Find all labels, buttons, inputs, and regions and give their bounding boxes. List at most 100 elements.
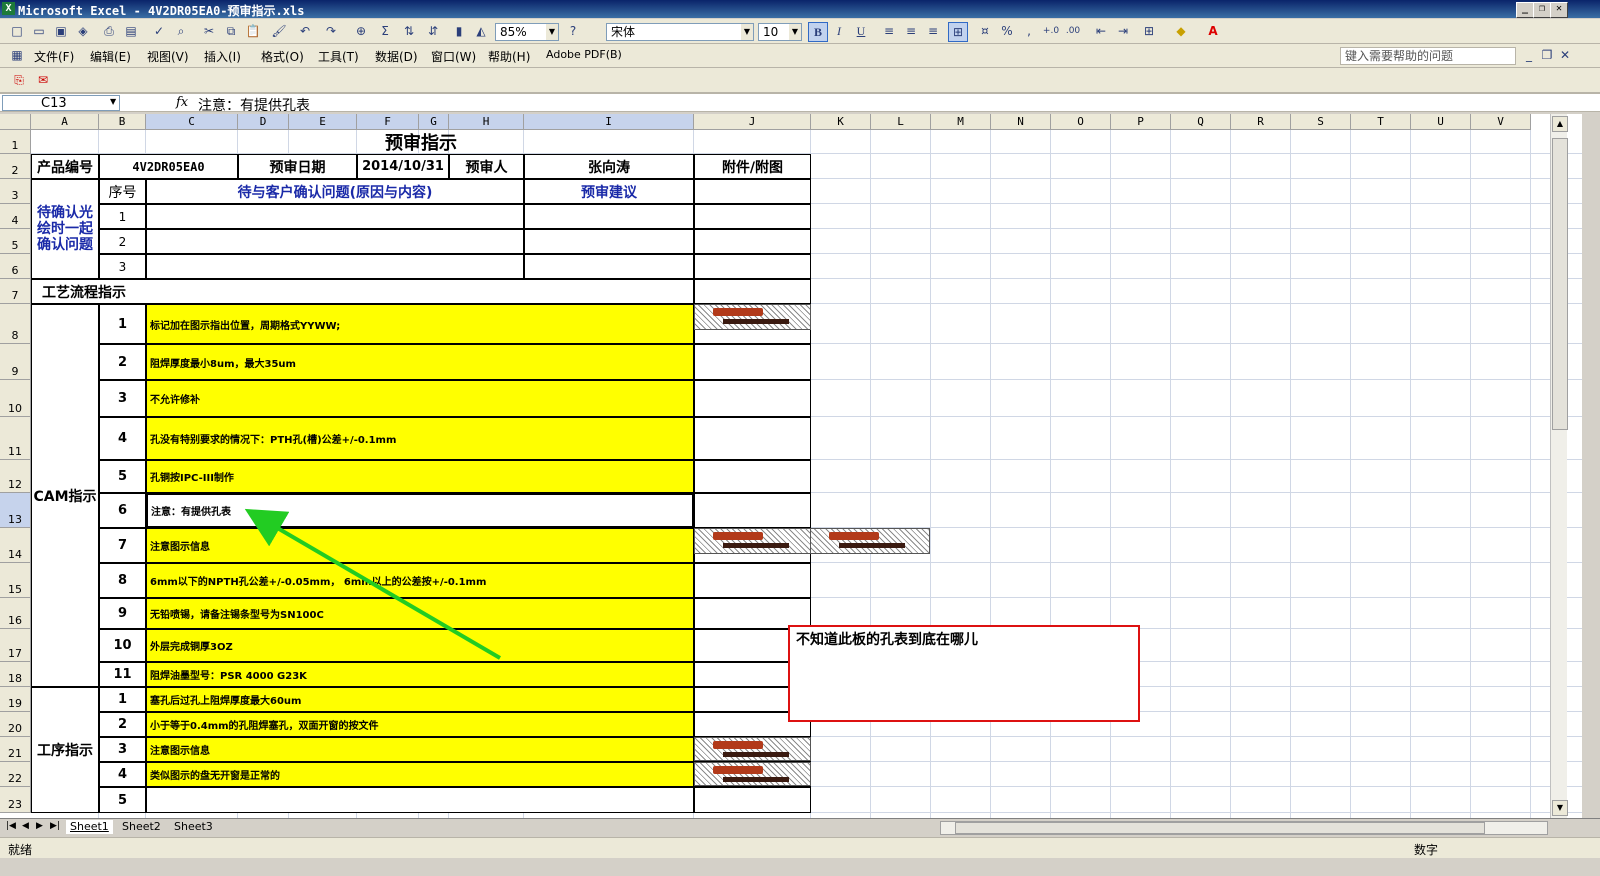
row-header-14[interactable]: 14 <box>0 528 31 563</box>
prev-sheet-icon[interactable]: ◀ <box>22 821 29 831</box>
autosum-icon[interactable]: Σ <box>376 22 394 40</box>
doc-restore-icon[interactable]: ❐ <box>1538 46 1556 64</box>
attachment-cell[interactable] <box>694 229 811 254</box>
spelling-icon[interactable]: ✓ <box>150 22 168 40</box>
pending-suggestion[interactable] <box>524 204 694 229</box>
row-header-20[interactable]: 20 <box>0 712 31 737</box>
proc-item-text[interactable] <box>146 787 694 813</box>
attachment-image[interactable] <box>694 528 811 554</box>
close-button[interactable]: ✕ <box>1550 2 1568 18</box>
proc-item-text[interactable]: 类似图示的盘无开窗是正常的 <box>146 762 694 787</box>
pending-question[interactable] <box>146 204 524 229</box>
italic-button[interactable]: I <box>830 22 848 40</box>
drawing-icon[interactable]: ◭ <box>472 22 490 40</box>
column-header-r[interactable]: R <box>1231 114 1291 130</box>
pdf-mail-icon[interactable]: ✉ <box>34 71 52 89</box>
column-header-k[interactable]: K <box>811 114 871 130</box>
align-center-icon[interactable]: ≡ <box>902 22 920 40</box>
decrease-indent-icon[interactable]: ⇤ <box>1092 22 1110 40</box>
next-sheet-icon[interactable]: ▶ <box>36 821 43 831</box>
column-header-i[interactable]: I <box>524 114 694 130</box>
column-header-a[interactable]: A <box>31 114 99 130</box>
tab-sheet2[interactable]: Sheet2 <box>118 820 165 834</box>
row-header-5[interactable]: 5 <box>0 229 31 254</box>
menu-file[interactable]: 文件(F) <box>34 48 74 65</box>
currency-icon[interactable]: ¤ <box>976 22 994 40</box>
bold-button[interactable]: B <box>808 22 828 42</box>
tab-sheet1[interactable]: Sheet1 <box>66 820 113 834</box>
restore-button[interactable]: ❐ <box>1533 2 1551 18</box>
chart-wizard-icon[interactable]: ▮ <box>450 22 468 40</box>
row-header-1[interactable]: 1 <box>0 130 31 154</box>
align-right-icon[interactable]: ≡ <box>924 22 942 40</box>
print-preview-icon[interactable]: ▤ <box>122 22 140 40</box>
cam-item-text[interactable]: 注意图示信息 <box>146 528 694 563</box>
attachment-image[interactable] <box>694 762 811 786</box>
column-header-s[interactable]: S <box>1291 114 1351 130</box>
cam-item-text[interactable]: 标记加在图示指出位置，周期格式YYWW; <box>146 304 694 344</box>
column-header-v[interactable]: V <box>1471 114 1531 130</box>
sheet-menu-icon[interactable]: ▦ <box>8 46 26 64</box>
comma-button[interactable]: , <box>1020 22 1038 40</box>
pdf-convert-icon[interactable]: ⎘ <box>10 71 28 89</box>
column-header-p[interactable]: P <box>1111 114 1171 130</box>
borders-icon[interactable]: ⊞ <box>1140 22 1158 40</box>
font-size-select[interactable]: 10 ▼ <box>758 23 802 41</box>
attachment-cell[interactable] <box>694 344 811 380</box>
column-header-n[interactable]: N <box>991 114 1051 130</box>
row-header-10[interactable]: 10 <box>0 380 31 417</box>
cam-item-text[interactable]: 孔没有特别要求的情况下：PTH孔(槽)公差+/-0.1mm <box>146 417 694 460</box>
research-icon[interactable]: ⌕ <box>172 22 190 40</box>
row-header-18[interactable]: 18 <box>0 662 31 687</box>
scroll-up-icon[interactable]: ▲ <box>1552 116 1568 132</box>
proc-item-text[interactable]: 注意图示信息 <box>146 737 694 762</box>
name-box[interactable]: C13 <box>2 95 120 111</box>
attachment-image[interactable] <box>694 304 811 330</box>
attachment-cell[interactable] <box>694 254 811 279</box>
row-header-8[interactable]: 8 <box>0 304 31 344</box>
pending-suggestion[interactable] <box>524 229 694 254</box>
print-icon[interactable]: ⎙ <box>100 22 118 40</box>
sort-desc-icon[interactable]: ⇵ <box>424 22 442 40</box>
attachment-cell[interactable] <box>694 380 811 417</box>
attachment-cell[interactable] <box>694 563 811 598</box>
attachment-cell[interactable] <box>694 417 811 460</box>
attachment-cell[interactable] <box>694 204 811 229</box>
decrease-decimal-icon[interactable]: .00 <box>1064 22 1082 40</box>
minimize-button[interactable]: _ <box>1516 2 1534 18</box>
paste-icon[interactable]: 📋 <box>244 22 262 40</box>
align-left-icon[interactable]: ≡ <box>880 22 898 40</box>
format-painter-icon[interactable]: 🖌 <box>270 22 288 40</box>
open-icon[interactable]: ▭ <box>30 22 48 40</box>
function-icon[interactable]: fx <box>176 95 188 110</box>
doc-minimize-icon[interactable]: _ <box>1520 46 1538 64</box>
scrollbar-thumb[interactable] <box>1552 138 1568 430</box>
column-header-h[interactable]: H <box>449 114 524 130</box>
row-header-19[interactable]: 19 <box>0 687 31 712</box>
help-search-input[interactable]: 键入需要帮助的问题 <box>1340 47 1516 65</box>
new-icon[interactable]: □ <box>8 22 26 40</box>
help-icon[interactable]: ? <box>564 22 582 40</box>
column-header-e[interactable]: E <box>289 114 357 130</box>
cam-item-text[interactable]: 阻焊油墨型号：PSR 4000 G23K <box>146 662 694 687</box>
column-header-q[interactable]: Q <box>1171 114 1231 130</box>
cam-item-text[interactable]: 注意：有提供孔表 <box>146 493 694 528</box>
first-sheet-icon[interactable]: |◀ <box>6 821 16 831</box>
sort-asc-icon[interactable]: ⇅ <box>400 22 418 40</box>
row-header-6[interactable]: 6 <box>0 254 31 279</box>
hscroll-thumb[interactable] <box>955 822 1485 834</box>
menu-insert[interactable]: 插入(I) <box>204 48 241 65</box>
last-sheet-icon[interactable]: ▶| <box>50 821 60 831</box>
tab-sheet3[interactable]: Sheet3 <box>170 820 217 834</box>
cam-item-text[interactable]: 孔铜按IPC-III制作 <box>146 460 694 493</box>
row-header-22[interactable]: 22 <box>0 762 31 787</box>
copy-icon[interactable]: ⧉ <box>222 22 240 40</box>
redo-icon[interactable]: ↷ <box>322 22 340 40</box>
menu-window[interactable]: 窗口(W) <box>431 48 476 65</box>
row-header-17[interactable]: 17 <box>0 629 31 662</box>
row-header-7[interactable]: 7 <box>0 279 31 304</box>
hyperlink-icon[interactable]: ⊕ <box>352 22 370 40</box>
attachment-cell[interactable] <box>694 787 811 813</box>
column-header-d[interactable]: D <box>238 114 289 130</box>
attachment-cell[interactable] <box>694 279 811 304</box>
